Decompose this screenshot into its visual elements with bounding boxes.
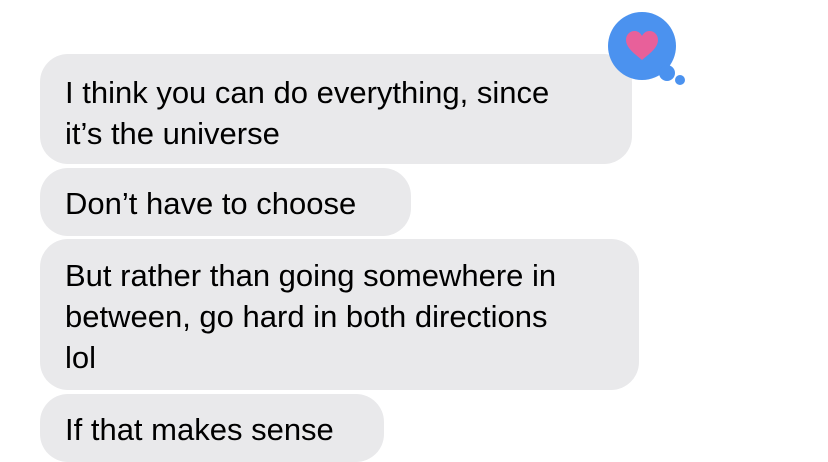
reaction-tail-dot	[675, 75, 685, 85]
heart-icon	[626, 31, 658, 60]
tapback-reaction[interactable]	[608, 12, 685, 85]
message-bubble[interactable]: I think you can do everything, since it’…	[40, 54, 632, 164]
message-bubble[interactable]: Don’t have to choose	[40, 168, 411, 236]
message-bubble[interactable]: But rather than going somewhere in betwe…	[40, 239, 639, 390]
reaction-tail	[659, 65, 675, 81]
message-bubble[interactable]: If that makes sense	[40, 394, 384, 462]
